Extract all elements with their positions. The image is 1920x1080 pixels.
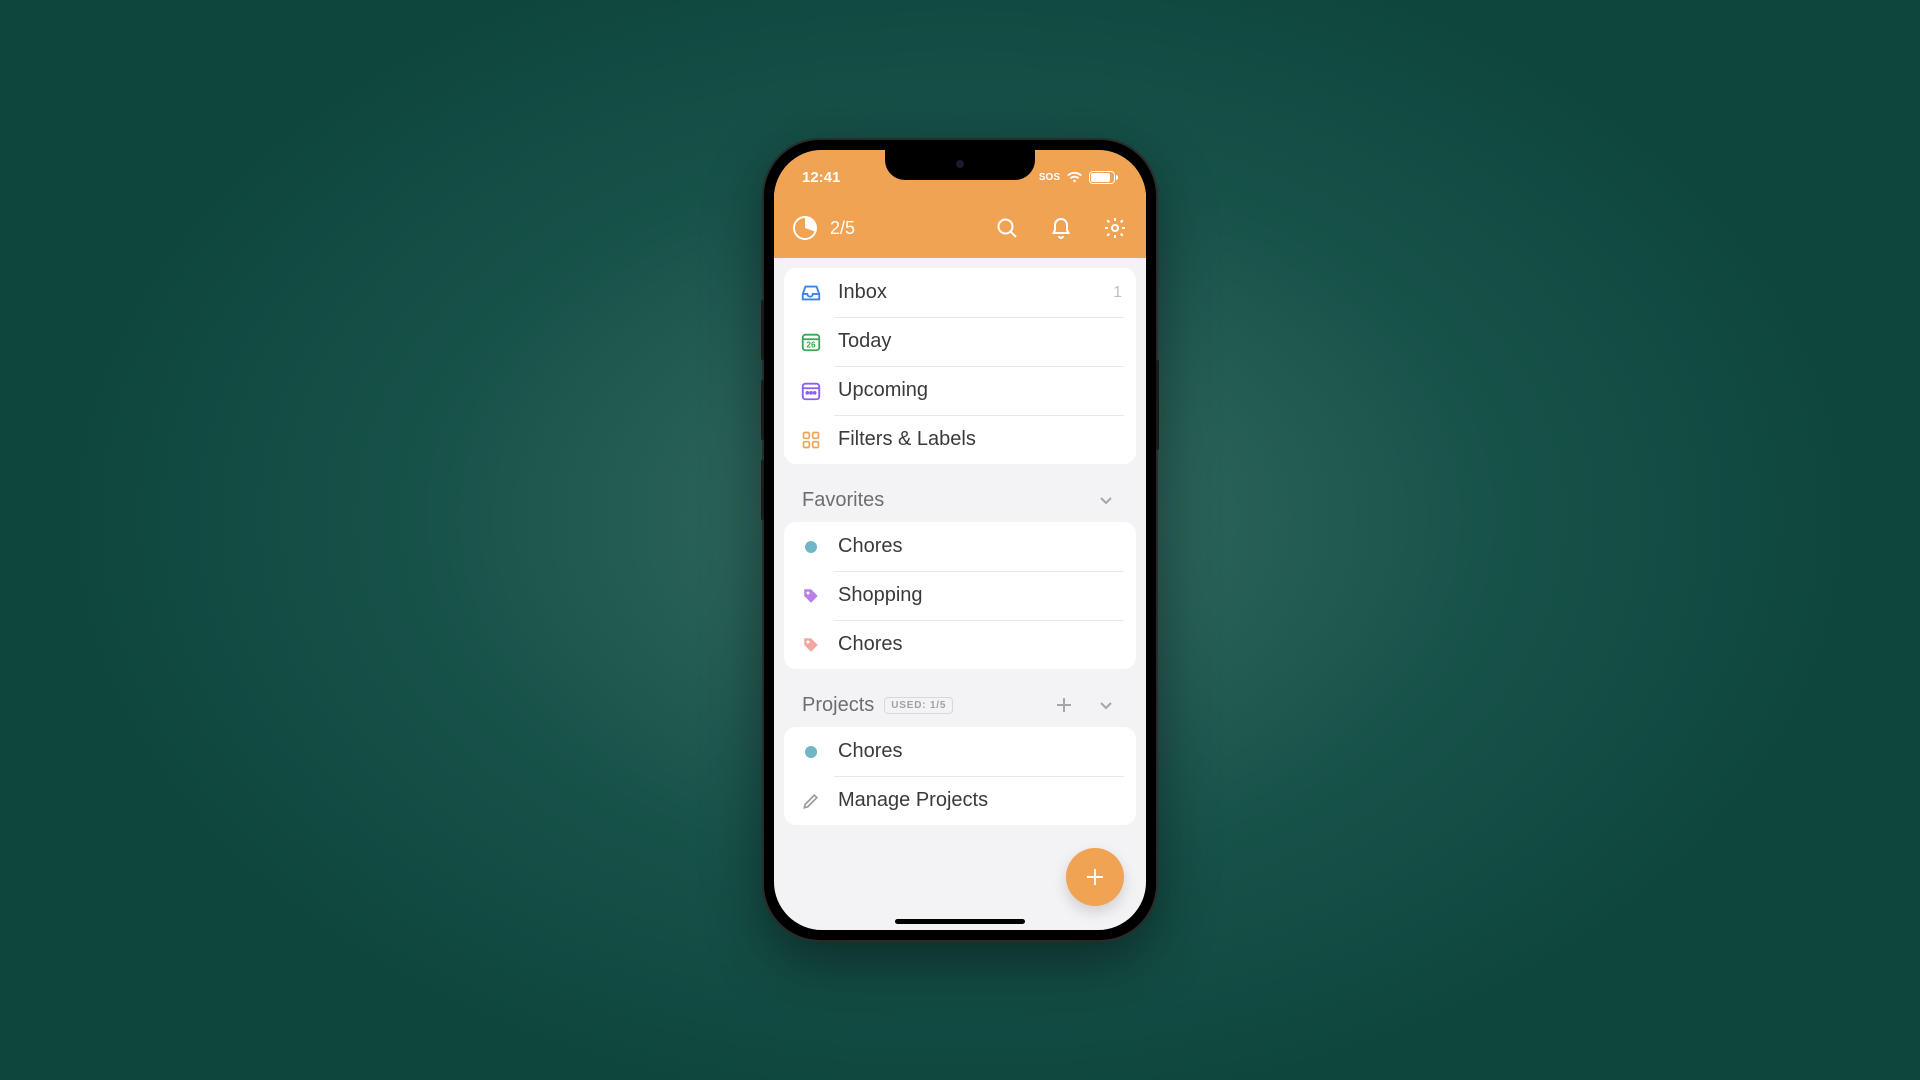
svg-text:26: 26 (806, 340, 816, 349)
gear-icon[interactable] (1102, 215, 1128, 241)
nav-card: Inbox 1 26 Today Upcoming (784, 268, 1136, 464)
phone-screen: 12:41 SOS 87 2/5 (774, 150, 1146, 930)
tag-icon (798, 587, 824, 605)
project-dot-icon (798, 541, 824, 553)
wifi-icon (1066, 171, 1083, 184)
project-label: Chores (838, 740, 1122, 763)
inbox-icon (798, 282, 824, 304)
pencil-icon (798, 791, 824, 811)
projects-card: Chores Manage Projects (784, 727, 1136, 825)
plus-icon[interactable] (1052, 693, 1076, 717)
search-icon[interactable] (994, 215, 1020, 241)
app-header: 2/5 (774, 198, 1146, 258)
favorite-label: Chores (838, 633, 1122, 656)
calendar-upcoming-icon (798, 380, 824, 402)
chevron-down-icon[interactable] (1094, 693, 1118, 717)
favorite-label: Chores (838, 535, 1122, 558)
manage-projects[interactable]: Manage Projects (784, 776, 1136, 825)
tag-icon (798, 636, 824, 654)
battery-level: 87 (1090, 172, 1116, 185)
favorites-header[interactable]: Favorites (784, 482, 1136, 522)
nav-today[interactable]: 26 Today (784, 317, 1136, 366)
phone-frame: 12:41 SOS 87 2/5 (764, 140, 1156, 940)
progress-icon[interactable] (792, 215, 818, 241)
plus-icon (1082, 864, 1108, 890)
nav-inbox-count: 1 (1113, 284, 1122, 302)
favorite-label: Shopping (838, 584, 1122, 607)
project-dot-icon (798, 746, 824, 758)
manage-projects-label: Manage Projects (838, 789, 1122, 812)
header-progress-count: 2/5 (830, 218, 855, 239)
nav-filters[interactable]: Filters & Labels (784, 415, 1136, 464)
nav-upcoming[interactable]: Upcoming (784, 366, 1136, 415)
nav-upcoming-label: Upcoming (838, 379, 1122, 402)
nav-filters-label: Filters & Labels (838, 428, 1122, 451)
battery-icon: 87 (1089, 171, 1118, 184)
projects-title: Projects (802, 694, 874, 717)
favorite-item-shopping[interactable]: Shopping (784, 571, 1136, 620)
nav-inbox[interactable]: Inbox 1 (784, 268, 1136, 317)
status-sos: SOS (1039, 172, 1060, 183)
bell-icon[interactable] (1048, 215, 1074, 241)
favorite-item-chores-tag[interactable]: Chores (784, 620, 1136, 669)
projects-header[interactable]: Projects USED: 1/5 (784, 687, 1136, 727)
chevron-down-icon[interactable] (1094, 488, 1118, 512)
calendar-today-icon: 26 (798, 331, 824, 353)
add-task-fab[interactable] (1066, 848, 1124, 906)
projects-used-badge: USED: 1/5 (884, 697, 953, 714)
project-item-chores[interactable]: Chores (784, 727, 1136, 776)
nav-today-label: Today (838, 330, 1122, 353)
favorite-item-chores[interactable]: Chores (784, 522, 1136, 571)
favorites-title: Favorites (802, 489, 884, 512)
favorites-card: Chores Shopping Chores (784, 522, 1136, 669)
grid-icon (798, 430, 824, 450)
status-time: 12:41 (802, 169, 840, 186)
status-right: SOS 87 (1039, 171, 1118, 184)
content-area: Inbox 1 26 Today Upcoming (774, 258, 1146, 930)
nav-inbox-label: Inbox (838, 281, 1113, 304)
home-indicator[interactable] (895, 919, 1025, 924)
phone-notch (885, 150, 1035, 180)
